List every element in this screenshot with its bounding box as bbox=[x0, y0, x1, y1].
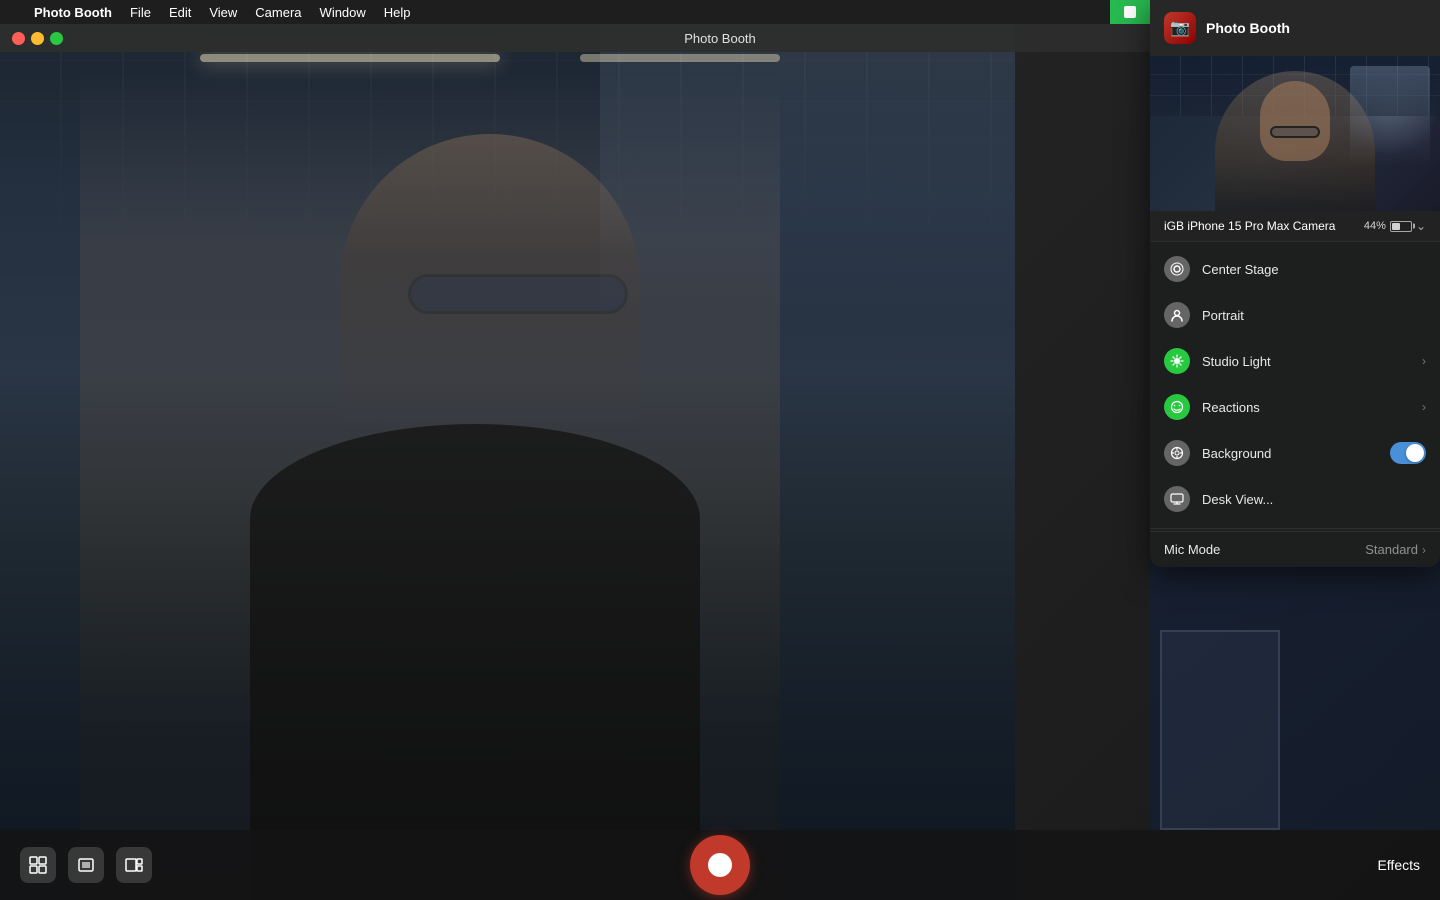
window-title: Photo Booth bbox=[684, 31, 756, 46]
menu-items: Center Stage Portrait Studio Light › bbox=[1150, 242, 1440, 526]
effects-button[interactable]: Effects bbox=[1377, 857, 1420, 873]
preview-window bbox=[1350, 66, 1430, 166]
popup-app-icon: 📷 bbox=[1164, 12, 1196, 44]
menubar-view[interactable]: View bbox=[201, 3, 245, 22]
camera-device-row[interactable]: iGB iPhone 15 Pro Max Camera 44% ⌄ bbox=[1150, 211, 1440, 242]
battery-bar bbox=[1390, 221, 1412, 232]
reactions-item[interactable]: Reactions › bbox=[1150, 384, 1440, 430]
popup-app-name: Photo Booth bbox=[1206, 20, 1290, 36]
studio-light-label: Studio Light bbox=[1202, 354, 1410, 369]
minimize-button[interactable] bbox=[31, 32, 44, 45]
record-button[interactable] bbox=[690, 835, 750, 895]
battery-percent: 44% bbox=[1364, 220, 1386, 232]
background-icon bbox=[1164, 440, 1190, 466]
window-frame bbox=[1160, 630, 1280, 830]
reactions-chevron-icon: › bbox=[1422, 400, 1426, 414]
menubar-camera[interactable]: Camera bbox=[247, 3, 309, 22]
desk-view-item[interactable]: Desk View... bbox=[1150, 476, 1440, 522]
glasses bbox=[408, 274, 628, 314]
background-lights bbox=[600, 24, 1015, 324]
close-button[interactable] bbox=[12, 32, 25, 45]
menubar-app-name[interactable]: Photo Booth bbox=[26, 3, 120, 22]
camera-background bbox=[0, 24, 1015, 900]
screen-capture-dot bbox=[1124, 6, 1136, 18]
studio-light-icon bbox=[1164, 348, 1190, 374]
background-toggle[interactable] bbox=[1390, 442, 1426, 464]
maximize-button[interactable] bbox=[50, 32, 63, 45]
bottom-bar: Effects bbox=[0, 830, 1440, 900]
mic-mode-row[interactable]: Mic Mode Standard › bbox=[1150, 531, 1440, 567]
device-name: iGB iPhone 15 Pro Max Camera bbox=[1164, 219, 1364, 233]
popup-head bbox=[1260, 81, 1330, 161]
battery-fill bbox=[1392, 223, 1400, 230]
battery-indicator: 44% bbox=[1364, 220, 1412, 232]
desk-view-label: Desk View... bbox=[1202, 492, 1426, 507]
apple-menu[interactable] bbox=[8, 10, 24, 14]
center-stage-item[interactable]: Center Stage bbox=[1150, 246, 1440, 292]
popup-preview bbox=[1150, 56, 1440, 211]
desk-view-icon bbox=[1164, 486, 1190, 512]
photobooth-icon: 📷 bbox=[1170, 18, 1190, 38]
record-button-inner bbox=[708, 853, 732, 877]
portrait-icon bbox=[1164, 302, 1190, 328]
screen-capture-indicator bbox=[1110, 0, 1150, 24]
reactions-label: Reactions bbox=[1202, 400, 1410, 415]
person-body bbox=[250, 424, 700, 900]
center-stage-label: Center Stage bbox=[1202, 262, 1426, 277]
mic-mode-label: Mic Mode bbox=[1164, 542, 1365, 557]
ceiling-light-2 bbox=[580, 54, 780, 62]
preview-glasses bbox=[1270, 126, 1320, 138]
menubar-edit[interactable]: Edit bbox=[161, 3, 199, 22]
menu-divider bbox=[1150, 528, 1440, 529]
mic-mode-value: Standard bbox=[1365, 542, 1418, 557]
menubar-file[interactable]: File bbox=[122, 3, 159, 22]
multi-view-button[interactable] bbox=[116, 847, 152, 883]
menubar-help[interactable]: Help bbox=[376, 3, 419, 22]
portrait-label: Portrait bbox=[1202, 308, 1426, 323]
reactions-icon bbox=[1164, 394, 1190, 420]
background-toggle-knob bbox=[1406, 444, 1424, 462]
ceiling-light-1 bbox=[200, 54, 500, 62]
single-view-button[interactable] bbox=[68, 847, 104, 883]
device-chevron-icon[interactable]: ⌄ bbox=[1416, 219, 1426, 233]
studio-light-item[interactable]: Studio Light › bbox=[1150, 338, 1440, 384]
studio-light-chevron-icon: › bbox=[1422, 354, 1426, 368]
grid-view-button[interactable] bbox=[20, 847, 56, 883]
menubar-left: Photo Booth File Edit View Camera Window… bbox=[8, 3, 419, 22]
background-item[interactable]: Background bbox=[1150, 430, 1440, 476]
portrait-item[interactable]: Portrait bbox=[1150, 292, 1440, 338]
traffic-lights bbox=[12, 32, 63, 45]
popup-panel: 📷 Photo Booth iGB iPhone 15 Pro Max Came… bbox=[1150, 0, 1440, 567]
menubar-window[interactable]: Window bbox=[312, 3, 374, 22]
background-label: Background bbox=[1202, 446, 1378, 461]
center-stage-icon bbox=[1164, 256, 1190, 282]
popup-header: 📷 Photo Booth bbox=[1150, 0, 1440, 56]
mic-mode-chevron-icon: › bbox=[1422, 543, 1426, 557]
bottom-tools bbox=[20, 847, 152, 883]
